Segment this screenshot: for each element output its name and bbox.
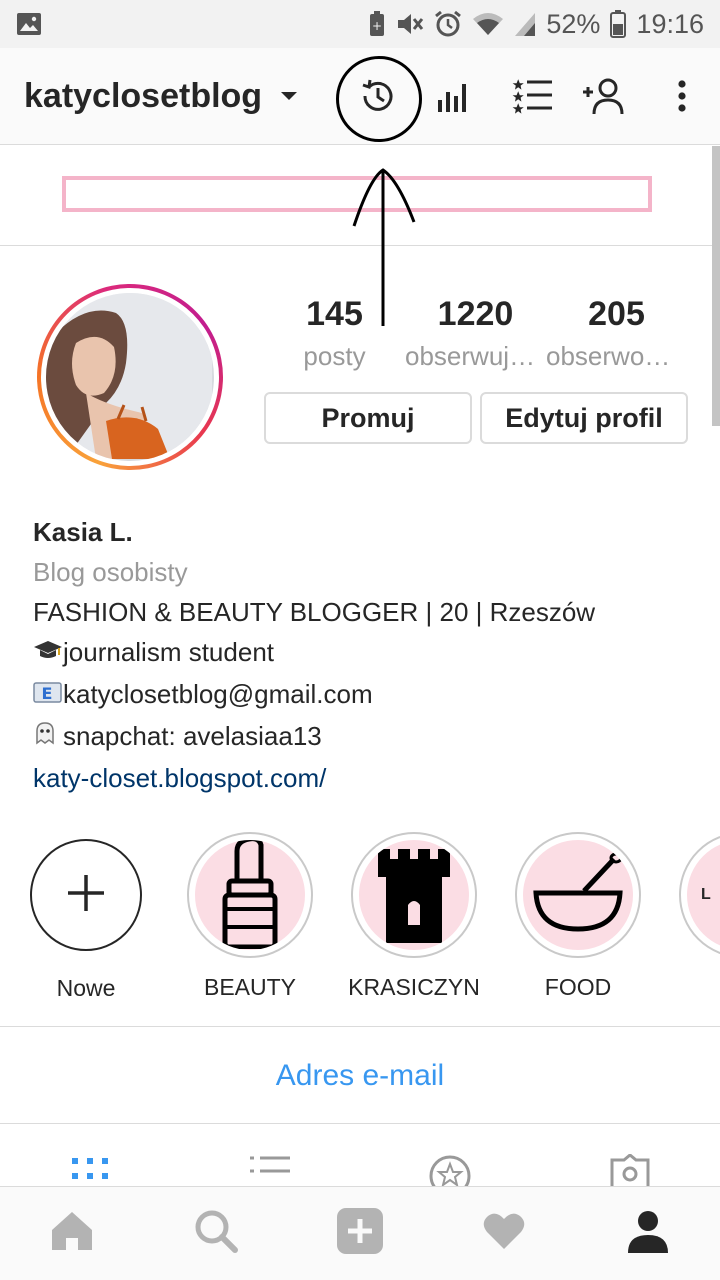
search-icon bbox=[194, 1209, 238, 1258]
close-friends-icon bbox=[511, 76, 553, 121]
profile-icon bbox=[626, 1209, 670, 1258]
bio-line: E katyclosetblog@gmail.com bbox=[33, 674, 693, 716]
wifi-icon bbox=[472, 11, 504, 37]
highlight-label: Nowe bbox=[56, 975, 116, 1001]
scrollbar-thumb[interactable] bbox=[712, 146, 720, 426]
letter-l-icon: L bbox=[701, 886, 711, 903]
stat-label: posty bbox=[303, 341, 366, 371]
nav-add-post[interactable] bbox=[336, 1207, 384, 1260]
tab-tagged[interactable] bbox=[608, 1153, 652, 1186]
account-switcher[interactable]: katyclosetblog bbox=[24, 48, 298, 145]
more-icon bbox=[677, 79, 687, 118]
signal-icon bbox=[514, 11, 536, 37]
username: katyclosetblog bbox=[24, 77, 263, 115]
svg-text:E: E bbox=[42, 684, 53, 703]
nav-activity[interactable] bbox=[480, 1209, 528, 1257]
profile-bio: Kasia L. Blog osobisty FASHION & BEAUTY … bbox=[33, 512, 693, 798]
svg-text:+: + bbox=[372, 19, 382, 33]
close-friends-button[interactable] bbox=[508, 74, 556, 122]
history-button[interactable] bbox=[354, 74, 402, 122]
website-link[interactable]: katy-closet.blogspot.com/ bbox=[33, 758, 693, 798]
bottom-navigation bbox=[0, 1186, 720, 1280]
highlight-l[interactable]: L L bbox=[662, 832, 720, 1001]
followers-count[interactable]: 1220 obserwujących bbox=[405, 292, 546, 376]
more-options-button[interactable] bbox=[658, 74, 706, 122]
stat-value: 1220 bbox=[437, 295, 514, 333]
story-highlights: Nowe BEAUTY KRASICZYN FOOD L L bbox=[0, 832, 720, 1002]
battery-icon bbox=[610, 10, 627, 38]
gallery-notification-icon bbox=[16, 12, 42, 41]
bio-line: snapchat: avelasiaa13 bbox=[33, 716, 693, 758]
nav-profile[interactable] bbox=[624, 1209, 672, 1257]
mixing-bowl-icon bbox=[530, 852, 626, 938]
battery-percent: 52% bbox=[546, 8, 601, 39]
bio-line: FASHION & BEAUTY BLOGGER | 20 | Rzeszów bbox=[33, 597, 596, 627]
email-button[interactable]: Adres e-mail bbox=[0, 1030, 720, 1122]
stat-value: 205 bbox=[588, 295, 645, 333]
stat-label: obserwowanych bbox=[546, 341, 687, 371]
highlight-label: BEAUTY bbox=[203, 974, 297, 1000]
banner-area bbox=[0, 146, 720, 246]
promote-button[interactable]: Promuj bbox=[264, 392, 472, 444]
following-count[interactable]: 205 obserwowanych bbox=[546, 292, 687, 376]
status-bar: + 52% 19:16 bbox=[0, 0, 720, 48]
chevron-down-icon bbox=[280, 88, 298, 106]
highlight-food[interactable]: FOOD bbox=[498, 832, 658, 1001]
edit-profile-button[interactable]: Edytuj profil bbox=[480, 392, 688, 444]
clock-time: 19:16 bbox=[636, 8, 704, 39]
lipstick-icon bbox=[215, 840, 285, 950]
highlight-label: KRASICZYN bbox=[348, 974, 480, 1000]
tab-list[interactable] bbox=[248, 1154, 292, 1186]
tab-guides[interactable] bbox=[428, 1154, 472, 1186]
avatar-photo bbox=[46, 293, 214, 461]
stat-label: obserwujących bbox=[405, 341, 546, 371]
graduation-cap-icon bbox=[33, 634, 63, 674]
add-person-icon bbox=[582, 76, 626, 121]
nav-search[interactable] bbox=[192, 1209, 240, 1257]
profile-category: Blog osobisty bbox=[33, 557, 188, 587]
content-tabs bbox=[0, 1124, 720, 1186]
highlight-krasiczyn[interactable]: KRASICZYN bbox=[334, 832, 494, 1001]
mute-icon bbox=[396, 11, 424, 37]
add-person-button[interactable] bbox=[580, 74, 628, 122]
profile-top-bar: katyclosetblog bbox=[0, 48, 720, 145]
pink-banner-frame bbox=[62, 176, 652, 212]
nav-home[interactable] bbox=[48, 1209, 96, 1257]
posts-count[interactable]: 145 posty bbox=[264, 292, 405, 376]
stat-value: 145 bbox=[306, 295, 363, 333]
profile-avatar[interactable] bbox=[37, 284, 223, 470]
highlight-beauty[interactable]: BEAUTY bbox=[170, 832, 330, 1001]
insights-button[interactable] bbox=[430, 74, 478, 122]
heart-icon bbox=[482, 1211, 526, 1256]
alarm-icon bbox=[434, 10, 462, 38]
bio-line: journalism student bbox=[33, 632, 693, 674]
highlight-label: L bbox=[662, 974, 720, 1001]
home-icon bbox=[50, 1210, 94, 1257]
envelope-icon: E bbox=[33, 676, 63, 716]
highlight-new[interactable]: Nowe bbox=[6, 832, 166, 1002]
ghost-icon bbox=[33, 718, 63, 758]
history-icon bbox=[358, 76, 398, 121]
profile-name: Kasia L. bbox=[33, 517, 133, 547]
add-post-icon bbox=[336, 1207, 384, 1260]
castle-tower-icon bbox=[374, 843, 454, 948]
plus-icon bbox=[66, 873, 106, 918]
insights-icon bbox=[436, 78, 472, 119]
tab-grid[interactable] bbox=[68, 1154, 112, 1186]
profile-stats: 145 posty 1220 obserwujących 205 obserwo… bbox=[264, 292, 688, 376]
divider bbox=[0, 1026, 720, 1027]
highlight-label: FOOD bbox=[544, 974, 612, 1000]
battery-saver-icon: + bbox=[368, 11, 386, 37]
